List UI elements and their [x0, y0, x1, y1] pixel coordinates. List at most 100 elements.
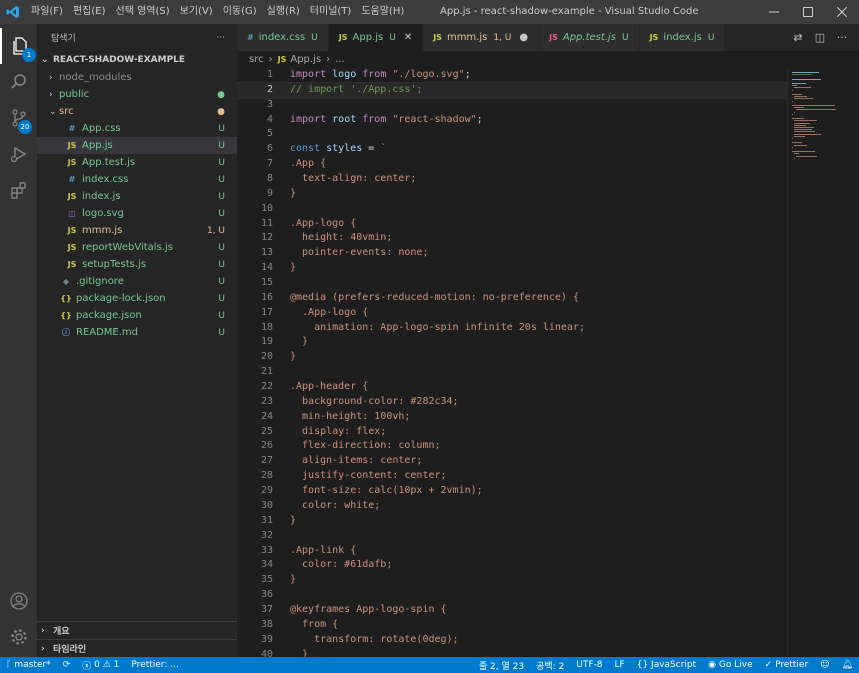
code-line[interactable]: 35} [237, 573, 787, 588]
code-line[interactable]: 13 pointer-events: none; [237, 246, 787, 261]
source-control-icon[interactable]: 20 [0, 100, 37, 136]
code-line[interactable]: 1 import logo from "./logo.svg"; [237, 68, 787, 83]
close-window-button[interactable] [825, 0, 859, 24]
workspace-section[interactable]: ⌄ REACT-SHADOW-EXAMPLE [37, 51, 237, 69]
tree-item[interactable]: {} package-lock.json U [37, 290, 237, 307]
code-line[interactable]: 37 @keyframes App-logo-spin { [237, 603, 787, 618]
code-line[interactable]: 19 } [237, 335, 787, 350]
code-line[interactable]: 38 from { [237, 618, 787, 633]
code-editor[interactable]: 1 import logo from "./logo.svg"; 2// impor… [237, 68, 787, 657]
code-line[interactable]: 3 [237, 98, 787, 113]
accounts-icon[interactable] [0, 583, 37, 619]
code-line[interactable]: 20} [237, 350, 787, 365]
code-line[interactable]: 40 } [237, 648, 787, 657]
notifications-icon[interactable]: 🔔︎ [836, 657, 859, 673]
menu-item[interactable]: 도움말(H) [356, 0, 409, 24]
branch-status[interactable]: ᚴ master* [0, 657, 57, 673]
code-line[interactable]: 32 [237, 529, 787, 544]
menu-item[interactable]: 터미널(T) [305, 0, 357, 24]
code-line[interactable]: 4 import root from "react-shadow"; [237, 113, 787, 128]
tree-item[interactable]: JS mmm.js 1, U [37, 222, 237, 239]
more-actions-icon[interactable]: ··· [831, 31, 853, 44]
code-line[interactable]: 12 height: 40vmin; [237, 231, 787, 246]
code-line[interactable]: 18 animation: App-logo-spin infinite 20s… [237, 321, 787, 336]
menu-item[interactable]: 파일(F) [26, 0, 68, 24]
extensions-icon[interactable] [0, 172, 37, 208]
tree-item[interactable]: JS index.js U [37, 188, 237, 205]
tree-item[interactable]: JS setupTests.js U [37, 256, 237, 273]
menu-item[interactable]: 편집(E) [68, 0, 111, 24]
encoding[interactable]: UTF-8 [570, 657, 608, 673]
code-line[interactable]: 39 transform: rotate(0deg); [237, 633, 787, 648]
tree-item[interactable]: ⓘ README.md U [37, 324, 237, 341]
code-line[interactable]: 21 [237, 365, 787, 380]
tree-item[interactable]: JS reportWebVitals.js U [37, 239, 237, 256]
tree-item[interactable]: ◫ logo.svg U [37, 205, 237, 222]
code-line[interactable]: 22 .App-header { [237, 380, 787, 395]
editor-tab[interactable]: JS mmm.js 1, U ● [423, 24, 540, 51]
code-line[interactable]: 23 background-color: #282c34; [237, 395, 787, 410]
tree-item[interactable]: ⌄ src ● [37, 103, 237, 120]
menu-item[interactable]: 실행(R) [262, 0, 305, 24]
code-line[interactable]: 33 .App-link { [237, 544, 787, 559]
breadcrumb-file[interactable]: App.js [290, 54, 321, 65]
timeline-section[interactable]: › 타임라인 [37, 639, 237, 657]
code-line[interactable]: 31} [237, 514, 787, 529]
indentation[interactable]: 공백: 2 [530, 657, 570, 673]
feedback-icon[interactable]: ☺ [814, 657, 835, 673]
close-tab-icon[interactable]: ✕ [404, 32, 412, 43]
tree-item[interactable]: › node_modules [37, 69, 237, 86]
search-icon[interactable] [0, 64, 37, 100]
tree-item[interactable]: {} package.json U [37, 307, 237, 324]
editor-tab[interactable]: JS index.js U [639, 24, 726, 51]
tree-item[interactable]: ◆ .gitignore U [37, 273, 237, 290]
code-line[interactable]: 2 // import './App.css'; [237, 81, 787, 99]
minimap[interactable] [787, 68, 859, 657]
end-of-line[interactable]: LF [609, 657, 631, 673]
code-line[interactable]: 16 @media (prefers-reduced-motion: no-pre… [237, 291, 787, 306]
code-line[interactable]: 6 const styles = ` [237, 142, 787, 157]
sync-icon[interactable]: ⟳ [57, 657, 77, 673]
prettier-status[interactable]: ✓ Prettier [759, 657, 815, 673]
code-line[interactable]: 28 justify-content: center; [237, 469, 787, 484]
explorer-more-button[interactable]: ··· [216, 33, 225, 43]
cursor-position[interactable]: 줄 2, 열 23 [473, 657, 530, 673]
tree-item[interactable]: › public ● [37, 86, 237, 103]
code-line[interactable]: 24 min-height: 100vh; [237, 410, 787, 425]
problems-status[interactable]: ⓧ 0 ⚠ 1 [76, 657, 125, 673]
editor-tab[interactable]: JS App.test.js U [539, 24, 640, 51]
tree-item[interactable]: # App.css U [37, 120, 237, 137]
code-line[interactable]: 26 flex-direction: column; [237, 439, 787, 454]
code-line[interactable]: 27 align-items: center; [237, 454, 787, 469]
code-line[interactable]: 9} [237, 187, 787, 202]
menu-item[interactable]: 선택 영역(S) [111, 0, 175, 24]
code-line[interactable]: 17 .App-logo { [237, 306, 787, 321]
tree-item[interactable]: JS App.js U [37, 137, 237, 154]
code-line[interactable]: 30 color: white; [237, 499, 787, 514]
code-line[interactable]: 8 text-align: center; [237, 172, 787, 187]
code-line[interactable]: 11 .App-logo { [237, 217, 787, 232]
go-live-button[interactable]: ◉ Go Live [702, 657, 758, 673]
run-debug-icon[interactable] [0, 136, 37, 172]
code-line[interactable]: 5 [237, 127, 787, 142]
compare-changes-icon[interactable]: ⇄ [787, 31, 809, 44]
code-line[interactable]: 34 color: #61dafb; [237, 558, 787, 573]
breadcrumb-more[interactable]: ... [335, 54, 345, 65]
minimize-button[interactable] [757, 0, 791, 24]
code-line[interactable]: 36 [237, 588, 787, 603]
code-line[interactable]: 29 font-size: calc(10px + 2vmin); [237, 484, 787, 499]
settings-gear-icon[interactable] [0, 619, 37, 655]
editor-tab[interactable]: # index.css U [237, 24, 329, 51]
tree-item[interactable]: JS App.test.js U [37, 154, 237, 171]
code-line[interactable]: 14} [237, 261, 787, 276]
prettier-left-status[interactable]: Prettier: ... [125, 657, 184, 673]
editor-tab[interactable]: JS App.js U ✕ [328, 24, 424, 51]
code-line[interactable]: 25 display: flex; [237, 425, 787, 440]
code-line[interactable]: 10 [237, 202, 787, 217]
breadcrumb-folder[interactable]: src [249, 54, 264, 65]
outline-section[interactable]: › 개요 [37, 621, 237, 639]
code-line[interactable]: 15 [237, 276, 787, 291]
maximize-button[interactable] [791, 0, 825, 24]
split-editor-icon[interactable]: ◫ [809, 31, 831, 44]
explorer-icon[interactable]: 1 [0, 28, 37, 64]
